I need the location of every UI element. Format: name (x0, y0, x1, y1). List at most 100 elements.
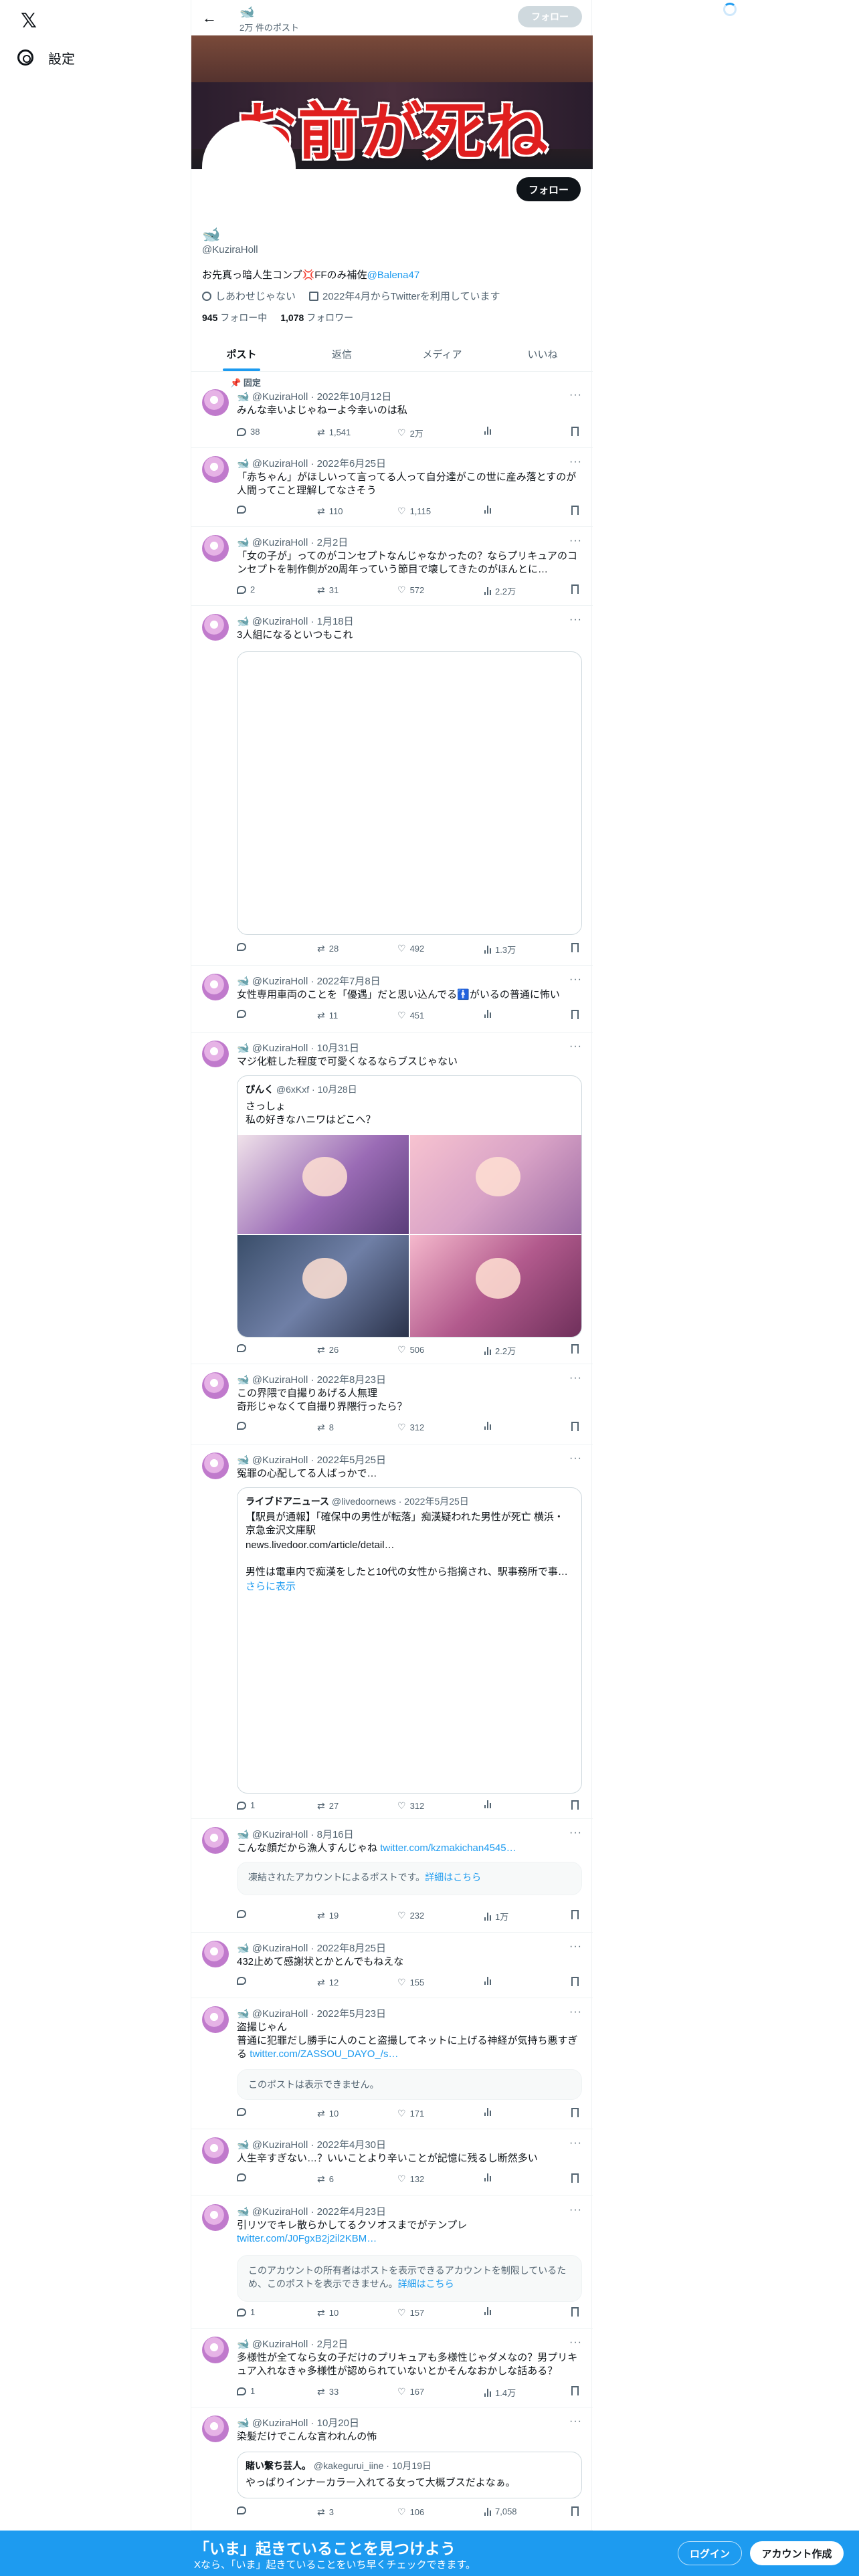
avatar[interactable] (202, 2337, 229, 2363)
quote-image[interactable] (237, 1135, 409, 1234)
reply-button[interactable] (237, 1010, 250, 1018)
bookmark-button[interactable] (571, 2386, 579, 2397)
tweet-date[interactable]: 2月2日 (317, 537, 349, 548)
avatar[interactable] (202, 389, 229, 416)
views-button[interactable] (484, 1800, 495, 1808)
tweet-media[interactable] (237, 651, 582, 935)
quote-image[interactable] (410, 1235, 581, 1337)
bookmark-button[interactable] (571, 2173, 579, 2184)
tweet[interactable]: 🐋 @KuziraHoll · 2022年5月25日 ··· 冤罪の心配してる人ば… (191, 1444, 593, 1819)
quote-link[interactable]: news.livedoor.com/article/detail… (246, 1539, 573, 1552)
tab-replies[interactable]: 返信 (292, 336, 392, 371)
tweet[interactable]: 🐋 @KuziraHoll · 1月18日 ··· 3人組になるといつもこれ ⇄ 2… (191, 606, 593, 966)
more-icon[interactable]: ··· (569, 535, 582, 547)
retweet-button[interactable]: ⇄ 19 (317, 1910, 339, 1921)
retweet-button[interactable]: ⇄ 1,541 (317, 427, 351, 438)
avatar[interactable] (202, 1827, 229, 1854)
tweet[interactable]: 📌 固定 🐋 @KuziraHoll · 2022年10月12日 ··· みんな幸… (191, 372, 593, 448)
more-icon[interactable]: ··· (569, 1041, 582, 1053)
views-button[interactable] (484, 2307, 495, 2315)
follow-button[interactable]: フォロー (516, 177, 581, 201)
tweet-date[interactable]: 10月31日 (317, 1043, 359, 1054)
tweet[interactable]: 🐋 @KuziraHoll · 2022年8月23日 ··· この界隈で自撮りあげ… (191, 1364, 593, 1444)
reply-button[interactable]: 38 (237, 427, 260, 437)
quoted-tweet[interactable]: ぴんく @6xKxf · 10月28日 さっしょ 私の好きなハニワはどこへ？ (237, 1075, 582, 1337)
more-icon[interactable]: ··· (569, 2204, 582, 2216)
tweet-date[interactable]: 2022年4月23日 (317, 2206, 386, 2218)
bookmark-button[interactable] (571, 1422, 579, 1432)
tweet-date[interactable]: 2022年10月12日 (317, 391, 392, 403)
like-button[interactable]: ♡ 157 (397, 2307, 424, 2319)
more-icon[interactable]: ··· (569, 1941, 582, 1953)
tweet[interactable]: 🐋 @KuziraHoll · 10月20日 ··· 染髪だけでこんな言われんの怖… (191, 2407, 593, 2531)
reply-button[interactable] (237, 2506, 250, 2514)
views-button[interactable] (484, 2173, 495, 2181)
bookmark-button[interactable] (571, 1910, 579, 1921)
retweet-button[interactable]: ⇄ 33 (317, 2386, 339, 2397)
tweet-link[interactable]: twitter.com/ZASSOU_DAYO_/s… (250, 2048, 398, 2060)
like-button[interactable]: ♡ 572 (397, 584, 424, 596)
tweet[interactable]: 🐋 @KuziraHoll · 2022年4月30日 ··· 人生辛すぎない…？い… (191, 2129, 593, 2196)
quote-image[interactable] (410, 1135, 581, 1234)
like-button[interactable]: ♡ 312 (397, 1800, 424, 1812)
tweet-date[interactable]: 2022年8月25日 (317, 1943, 386, 1954)
signup-button[interactable]: アカウント作成 (750, 2541, 844, 2565)
tweet-date[interactable]: 1月18日 (317, 616, 354, 627)
more-icon[interactable]: ··· (569, 456, 582, 468)
quoted-tweet[interactable]: 賭い繋ち芸人。 @kakegurui_iine · 10月19日 やっぱりインナ… (237, 2452, 582, 2498)
reply-button[interactable] (237, 1977, 250, 1985)
more-icon[interactable]: ··· (569, 2416, 582, 2428)
avatar[interactable] (202, 1041, 229, 1067)
retweet-button[interactable]: ⇄ 8 (317, 1422, 334, 1433)
views-button[interactable] (484, 1422, 495, 1430)
tweet[interactable]: 🐋 @KuziraHoll · 10月31日 ··· マジ化粧した程度で可愛くなる… (191, 1033, 593, 1364)
retweet-button[interactable]: ⇄ 11 (317, 1010, 338, 1021)
reply-button[interactable] (237, 2108, 250, 2116)
more-icon[interactable]: ··· (569, 1827, 582, 1839)
views-button[interactable] (484, 506, 495, 514)
reply-button[interactable] (237, 506, 250, 514)
reply-button[interactable]: 1 (237, 2307, 255, 2317)
tweet-date[interactable]: 10月20日 (317, 2418, 359, 2429)
bookmark-button[interactable] (571, 943, 579, 954)
tweet[interactable]: 🐋 @KuziraHoll · 2022年5月23日 ··· 盗撮じゃん 普通に犯… (191, 1998, 593, 2129)
like-button[interactable]: ♡ 492 (397, 943, 424, 954)
retweet-button[interactable]: ⇄ 26 (317, 1344, 339, 1356)
quoted-tweet[interactable]: ライブドアニュース @livedoornews · 2022年5月25日 【駅員… (237, 1487, 582, 1794)
tweet-link[interactable]: twitter.com/kzmakichan4545… (380, 1842, 516, 1854)
avatar[interactable] (202, 2006, 229, 2033)
avatar[interactable] (202, 456, 229, 483)
topbar-follow-button[interactable]: フォロー (518, 6, 582, 27)
login-button[interactable]: ログイン (678, 2541, 742, 2565)
profile-avatar[interactable] (202, 120, 296, 214)
avatar[interactable] (202, 2204, 229, 2231)
tweet[interactable]: 🐋 @KuziraHoll · 2022年4月23日 ··· 引リツでキレ散らかし… (191, 2196, 593, 2329)
retweet-button[interactable]: ⇄ 27 (317, 1800, 339, 1812)
avatar[interactable] (202, 2416, 229, 2442)
more-icon[interactable]: ··· (569, 2337, 582, 2349)
like-button[interactable]: ♡ 155 (397, 1977, 424, 1988)
tweet-date[interactable]: 2022年6月25日 (317, 458, 386, 469)
retweet-button[interactable]: ⇄ 31 (317, 584, 339, 596)
views-button[interactable] (484, 2108, 495, 2116)
tweet[interactable]: 🐋 @KuziraHoll · 2022年6月25日 ··· 「赤ちゃん」がほしい… (191, 448, 593, 527)
avatar[interactable] (202, 1453, 229, 1479)
followers-link[interactable]: 1,078 フォロワー (280, 311, 353, 324)
tweet-date[interactable]: 2022年4月30日 (317, 2139, 386, 2151)
reply-button[interactable]: 2 (237, 584, 255, 595)
retweet-button[interactable]: ⇄ 28 (317, 943, 339, 954)
avatar[interactable] (202, 2137, 229, 2164)
views-button[interactable]: 1.3万 (484, 943, 516, 956)
tweet-date[interactable]: 8月16日 (317, 1829, 354, 1840)
more-icon[interactable]: ··· (569, 2006, 582, 2018)
avatar[interactable] (202, 1372, 229, 1399)
views-button[interactable]: 1.4万 (484, 2386, 516, 2399)
reply-button[interactable] (237, 1344, 250, 1352)
x-logo-icon[interactable]: 𝕏 (17, 9, 40, 32)
tweet[interactable]: 🐋 @KuziraHoll · 2月2日 ··· 多様性が全てなら女の子だけのプリ… (191, 2329, 593, 2407)
tweet-date[interactable]: 2022年5月25日 (317, 1455, 386, 1466)
tweet[interactable]: 🐋 @KuziraHoll · 8月16日 ··· こんな顔だから漁人すんじゃね … (191, 1819, 593, 1933)
retweet-button[interactable]: ⇄ 110 (317, 506, 343, 517)
tweet-date[interactable]: 2022年7月8日 (317, 976, 381, 987)
tweet[interactable]: 🐋 @KuziraHoll · 2022年8月25日 ··· 432止めて感謝状と… (191, 1933, 593, 1998)
